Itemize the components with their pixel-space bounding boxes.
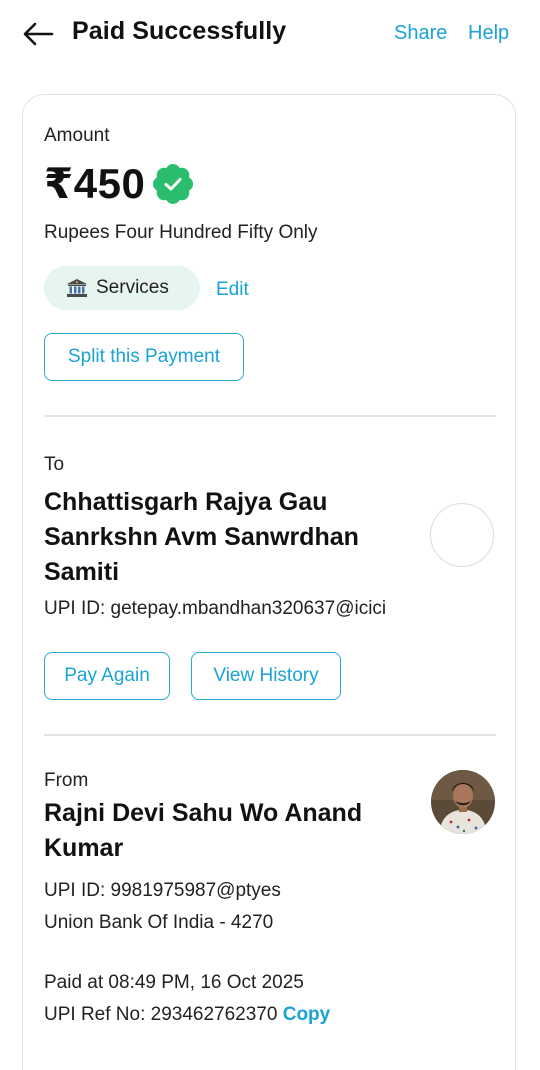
payer-upi-id: UPI ID: 9981975987@ptyes (44, 880, 281, 901)
divider (44, 415, 496, 417)
receipt-card: Amount ₹450 Rupees Four Hundred Fifty On… (22, 94, 516, 1070)
top-app-bar: Paid Successfully Share Help (0, 0, 540, 70)
verified-badge-icon (152, 163, 194, 205)
payer-bank: Union Bank Of India - 4270 (44, 912, 274, 933)
payee-name-line: Chhattisgarh Rajya Gau (44, 488, 328, 516)
payee-logo (430, 503, 494, 567)
edit-category-button[interactable]: Edit (216, 279, 249, 301)
payee-upi-id: UPI ID: getepay.mbandhan320637@icici (44, 598, 387, 619)
amount-in-words: Rupees Four Hundred Fifty Only (44, 222, 318, 243)
share-button[interactable]: Share (394, 22, 447, 45)
arrow-left-icon (23, 22, 54, 46)
bank-icon (66, 278, 88, 298)
back-button[interactable] (20, 18, 56, 50)
payee-name-line: Samiti (44, 558, 120, 586)
payer-name-line: Kumar (44, 834, 124, 862)
amount-value: ₹450 (44, 160, 146, 207)
upi-ref-row: UPI Ref No: 293462762370 Copy (44, 1004, 330, 1026)
payer-name-line: Rajni Devi Sahu Wo Anand (44, 799, 363, 827)
payer-name: Rajni Devi Sahu Wo Anand Kumar (44, 796, 424, 866)
avatar (431, 770, 495, 834)
payment-timestamp: Paid at 08:49 PM, 16 Oct 2025 (44, 972, 304, 993)
page-title: Paid Successfully (72, 17, 287, 45)
from-label: From (44, 770, 89, 791)
pay-again-button[interactable]: Pay Again (44, 652, 170, 700)
payee-name: Chhattisgarh Rajya Gau Sanrkshn Avm Sanw… (44, 485, 424, 590)
amount-label: Amount (44, 125, 110, 146)
category-chip[interactable]: Services (44, 266, 200, 310)
help-button[interactable]: Help (468, 22, 509, 45)
category-label: Services (96, 277, 169, 298)
copy-ref-button[interactable]: Copy (283, 1004, 331, 1025)
upi-ref-number: UPI Ref No: 293462762370 (44, 1004, 278, 1025)
divider (44, 734, 496, 736)
payee-name-line: Sanrkshn Avm Sanwrdhan (44, 523, 359, 551)
to-label: To (44, 454, 65, 475)
view-history-button[interactable]: View History (191, 652, 341, 700)
split-payment-button[interactable]: Split this Payment (44, 333, 244, 381)
payment-receipt-screen: Paid Successfully Share Help Amount ₹450 (0, 0, 540, 1070)
